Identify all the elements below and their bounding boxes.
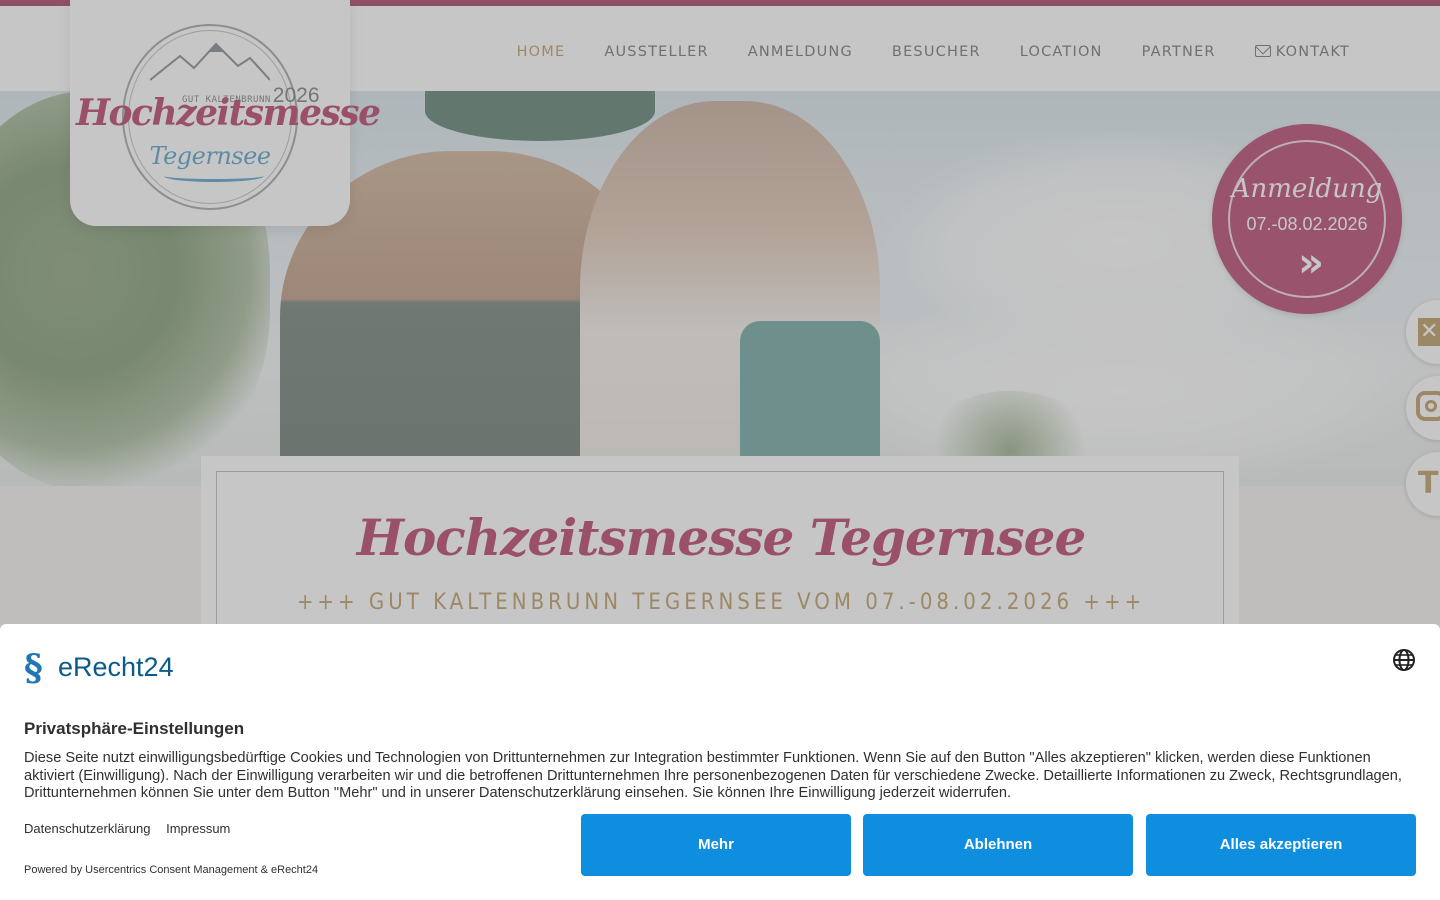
erecht24-logo: § eRecht24	[24, 648, 194, 690]
erecht24-wordmark: eRecht24	[58, 652, 174, 682]
consent-links: Datenschutzerklärung Impressum	[24, 821, 242, 836]
privacy-policy-link[interactable]: Datenschutzerklärung	[24, 821, 150, 836]
deny-button[interactable]: Ablehnen	[863, 814, 1133, 876]
more-button[interactable]: Mehr	[581, 814, 851, 876]
consent-text: Diese Seite nutzt einwilligungsbedürftig…	[24, 750, 1402, 802]
imprint-link[interactable]: Impressum	[166, 821, 230, 836]
consent-powered-by: Powered by Usercentrics Consent Manageme…	[24, 864, 319, 876]
accept-all-button[interactable]: Alles akzeptieren	[1146, 814, 1416, 876]
language-globe-icon[interactable]	[1392, 648, 1416, 672]
consent-title: Privatsphäre-Einstellungen	[24, 719, 245, 738]
erecht24-mark-icon: §	[24, 647, 43, 689]
cookie-consent-banner: § eRecht24 Privatsphäre-Einstellungen Di…	[0, 624, 1440, 900]
